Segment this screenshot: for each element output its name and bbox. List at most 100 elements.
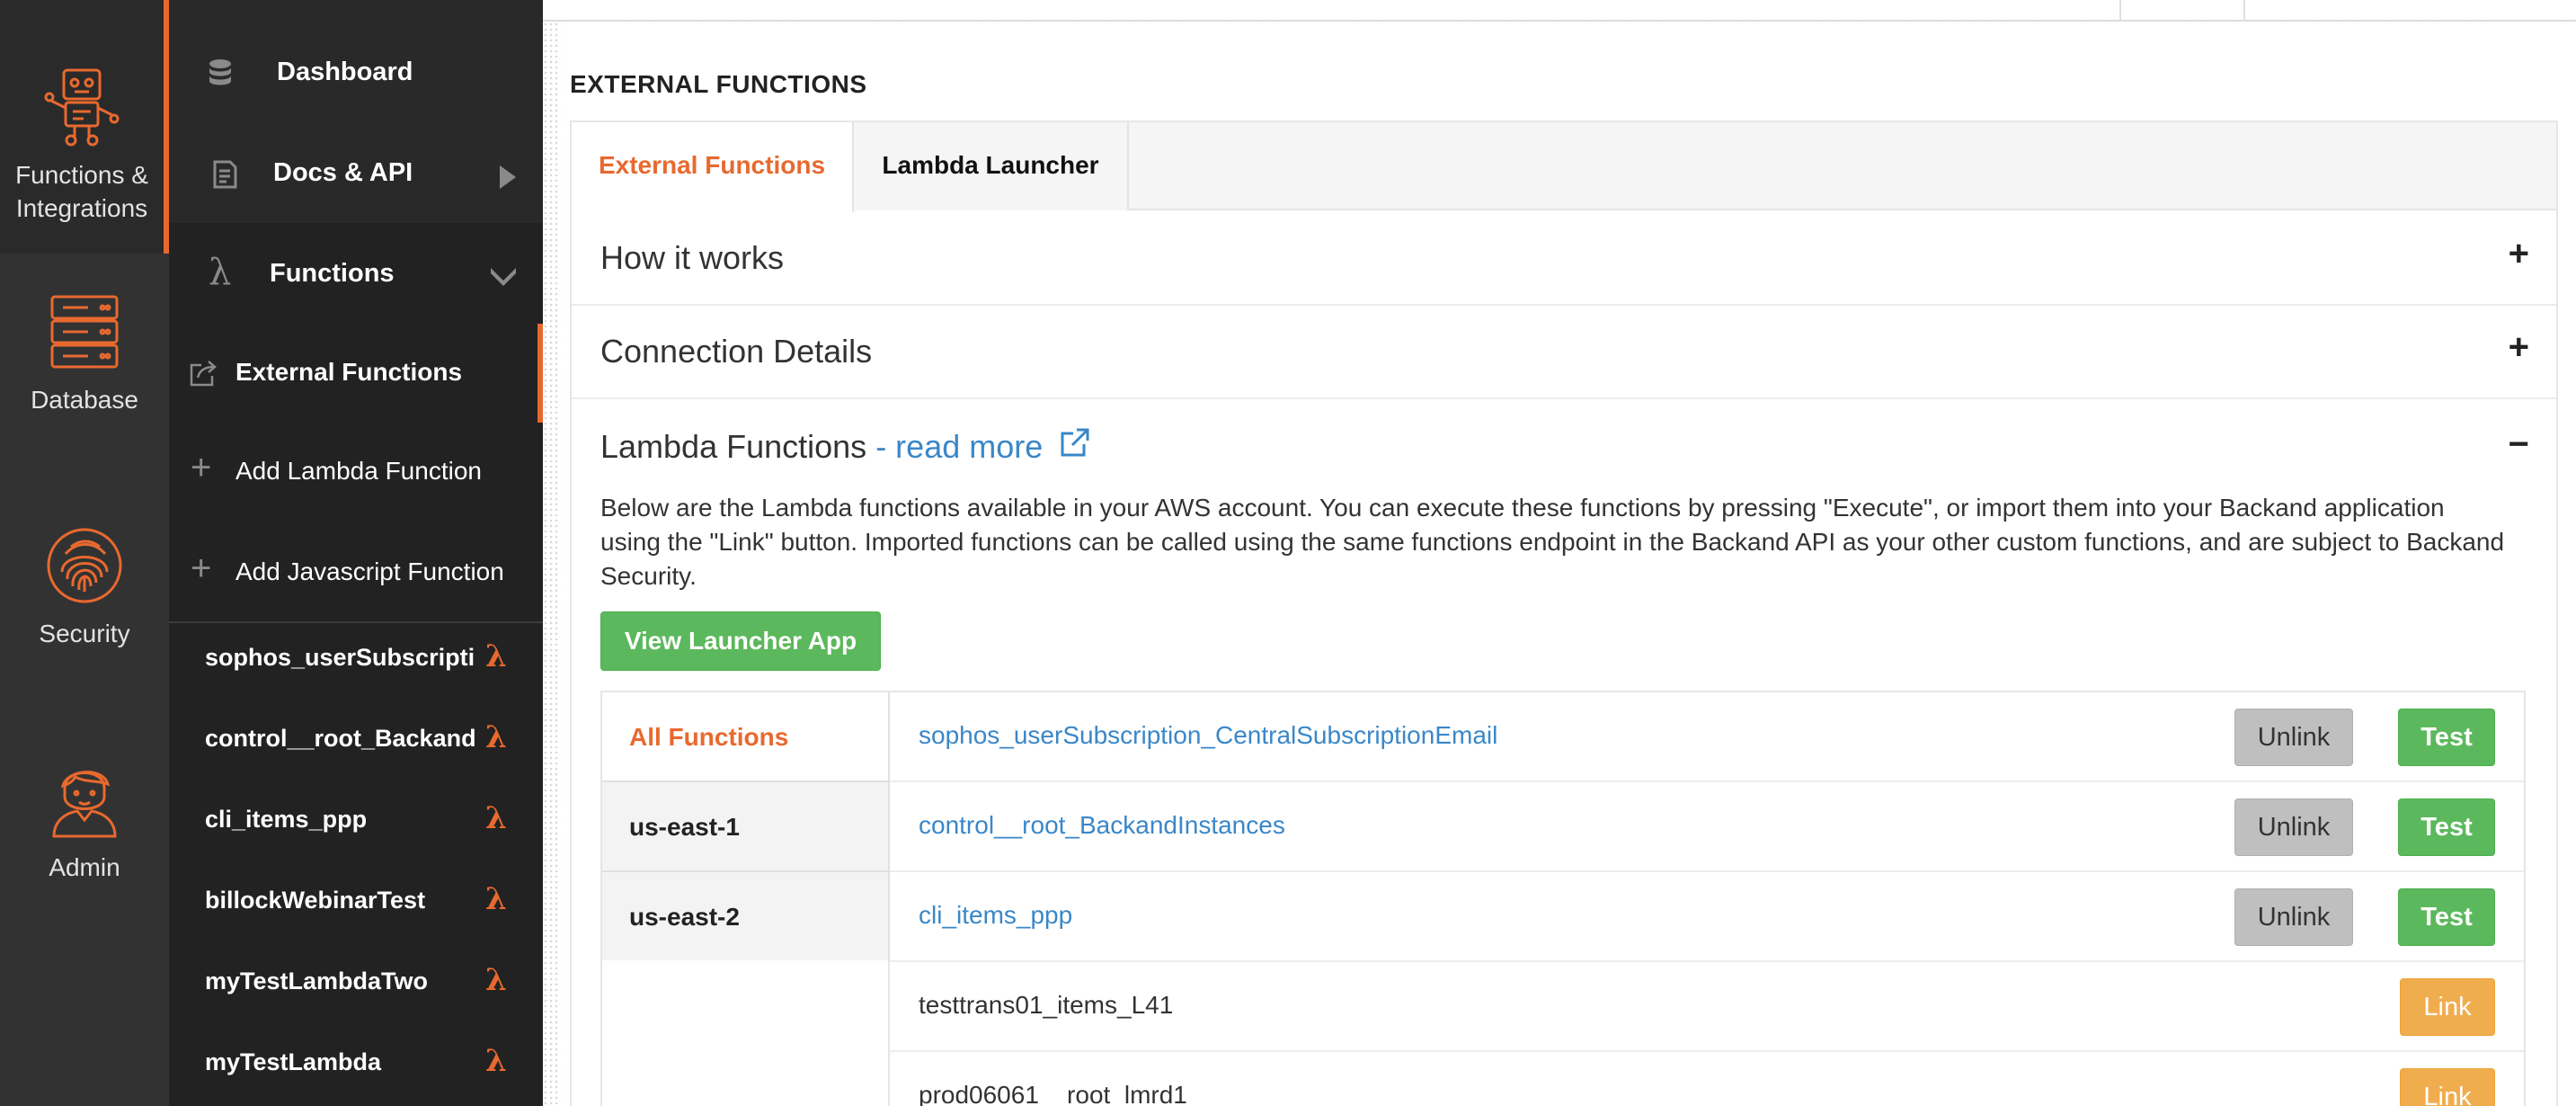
external-functions-card: External Functions Lambda Launcher How i… bbox=[570, 120, 2558, 1106]
function-row: prod06061__root_lmrd1 Link bbox=[890, 1052, 2524, 1106]
external-share-icon bbox=[190, 361, 217, 387]
rail-label-admin: Admin bbox=[49, 853, 120, 881]
expand-icon[interactable]: + bbox=[2509, 327, 2529, 368]
rail-item-admin[interactable]: Admin bbox=[0, 761, 169, 896]
lambda-description: Below are the Lambda functions available… bbox=[600, 494, 2505, 590]
rail-item-database[interactable]: Database bbox=[0, 293, 169, 428]
function-name-link[interactable]: control__root_BackandInstances bbox=[919, 811, 1285, 840]
accordion-title: Connection Details bbox=[600, 333, 873, 370]
function-name-link[interactable]: sophos_userSubscription_CentralSubscript… bbox=[919, 721, 1497, 750]
chevron-right-icon bbox=[500, 165, 516, 189]
menu-panel: Dashboard Docs & API λ Functions Externa… bbox=[169, 0, 543, 1106]
lambda-icon: λ bbox=[485, 1043, 507, 1079]
lambda-icon: λ bbox=[485, 719, 507, 755]
tab-bar: External Functions Lambda Launcher bbox=[572, 122, 2556, 212]
region-all-functions[interactable]: All Functions bbox=[602, 692, 888, 782]
menu-function-name: sophos_userSubscripti bbox=[205, 644, 475, 671]
test-button[interactable]: Test bbox=[2398, 798, 2495, 856]
test-button[interactable]: Test bbox=[2398, 888, 2495, 946]
menu-function-item[interactable]: control__root_Backandl λ bbox=[169, 700, 543, 780]
unlink-button[interactable]: Unlink bbox=[2234, 798, 2353, 856]
region-list-empty bbox=[602, 960, 890, 1106]
function-row: testtrans01_items_L41 Link bbox=[890, 962, 2524, 1052]
dotted-gutter bbox=[543, 0, 561, 1106]
plus-icon: + bbox=[191, 549, 212, 588]
accordion-title-lambda: Lambda Functions - read more bbox=[600, 428, 1091, 466]
admin-user-icon bbox=[52, 771, 117, 838]
lambda-icon: λ bbox=[209, 252, 232, 293]
function-name: testtrans01_items_L41 bbox=[919, 991, 1174, 1019]
robot-icon bbox=[44, 68, 120, 147]
menu-function-item[interactable]: cli_items_ppp λ bbox=[169, 780, 543, 861]
lambda-icon: λ bbox=[485, 962, 507, 998]
function-row: control__root_BackandInstances Unlink Te… bbox=[890, 782, 2524, 872]
function-row: sophos_userSubscription_CentralSubscript… bbox=[890, 692, 2524, 782]
chevron-down-icon bbox=[491, 268, 516, 286]
menu-label-add-lambda: Add Lambda Function bbox=[235, 457, 482, 485]
top-bar bbox=[543, 0, 2576, 22]
region-us-east-2[interactable]: us-east-2 bbox=[602, 872, 888, 962]
menu-function-item[interactable]: billockWebinarTest λ bbox=[169, 861, 543, 942]
function-name-link[interactable]: cli_items_ppp bbox=[919, 901, 1072, 930]
region-list: All Functions us-east-1 us-east-2 bbox=[602, 692, 890, 962]
menu-function-name: billockWebinarTest bbox=[205, 887, 426, 914]
icon-rail: Functions & Integrations Database Securi… bbox=[0, 0, 169, 1106]
top-bar-separator bbox=[2243, 0, 2245, 22]
accordion-title: Lambda Functions bbox=[600, 428, 867, 465]
link-button[interactable]: Link bbox=[2400, 1068, 2495, 1106]
lambda-icon: λ bbox=[485, 881, 507, 917]
collapse-icon[interactable]: − bbox=[2509, 424, 2529, 465]
tab-external-functions[interactable]: External Functions bbox=[572, 122, 854, 212]
menu-label-dashboard: Dashboard bbox=[277, 58, 413, 86]
menu-function-name: myTestLambda bbox=[205, 1048, 382, 1075]
read-more-link[interactable]: - read more bbox=[866, 428, 1043, 465]
rail-item-security[interactable]: Security bbox=[0, 527, 169, 662]
menu-label-functions: Functions bbox=[270, 259, 395, 288]
accordion-lambda-functions-header[interactable]: Lambda Functions - read more − bbox=[572, 399, 2556, 486]
external-link-icon[interactable] bbox=[1059, 426, 1091, 459]
lambda-icon: λ bbox=[485, 638, 507, 674]
fingerprint-icon bbox=[47, 528, 122, 603]
menu-item-dashboard[interactable]: Dashboard bbox=[169, 47, 543, 101]
menu-item-functions[interactable]: λ Functions bbox=[169, 246, 543, 300]
menu-item-docs[interactable]: Docs & API bbox=[169, 147, 543, 201]
database-icon bbox=[209, 59, 231, 85]
tab-lambda-launcher[interactable]: Lambda Launcher bbox=[854, 122, 1129, 210]
main-content: EXTERNAL FUNCTIONS External Functions La… bbox=[543, 0, 2576, 1106]
rail-label-functions-1: Functions & bbox=[15, 161, 148, 189]
menu-function-name: control__root_Backandl bbox=[205, 725, 475, 752]
server-icon bbox=[50, 295, 119, 369]
functions-panel: All Functions us-east-1 us-east-2 sophos… bbox=[600, 691, 2526, 1106]
menu-function-name: myTestLambdaTwo bbox=[205, 968, 429, 995]
accordion-how-it-works[interactable]: How it works + bbox=[572, 212, 2556, 306]
rail-item-functions[interactable]: Functions & Integrations bbox=[0, 0, 169, 254]
view-launcher-app-button[interactable]: View Launcher App bbox=[600, 611, 881, 671]
link-button[interactable]: Link bbox=[2400, 978, 2495, 1036]
rail-label-functions-2: Integrations bbox=[15, 194, 148, 222]
expand-icon[interactable]: + bbox=[2509, 234, 2529, 274]
accordion-connection-details[interactable]: Connection Details + bbox=[572, 306, 2556, 399]
document-icon bbox=[213, 160, 237, 189]
test-button[interactable]: Test bbox=[2398, 709, 2495, 766]
menu-label-add-javascript: Add Javascript Function bbox=[235, 557, 504, 585]
menu-function-item[interactable]: sophos_userSubscripti λ bbox=[169, 619, 543, 700]
lambda-icon: λ bbox=[485, 800, 507, 836]
function-row: cli_items_ppp Unlink Test bbox=[890, 872, 2524, 962]
menu-item-add-javascript[interactable]: + Add Javascript Function bbox=[169, 547, 543, 606]
unlink-button[interactable]: Unlink bbox=[2234, 709, 2353, 766]
menu-function-name: cli_items_ppp bbox=[205, 806, 368, 833]
top-bar-separator bbox=[2119, 0, 2121, 22]
menu-item-external-functions[interactable]: External Functions bbox=[169, 342, 543, 401]
menu-label-docs: Docs & API bbox=[273, 158, 413, 187]
rail-label-database: Database bbox=[31, 386, 138, 414]
menu-label-external-functions: External Functions bbox=[235, 358, 463, 386]
rail-label-security: Security bbox=[39, 620, 130, 647]
region-us-east-1[interactable]: us-east-1 bbox=[602, 782, 888, 872]
menu-function-item[interactable]: myTestLambdaTwo λ bbox=[169, 942, 543, 1023]
page-title: EXTERNAL FUNCTIONS bbox=[570, 70, 867, 98]
menu-function-item[interactable]: myTestLambda λ bbox=[169, 1023, 543, 1104]
function-name: prod06061__root_lmrd1 bbox=[919, 1081, 1187, 1106]
menu-item-add-lambda[interactable]: + Add Lambda Function bbox=[169, 446, 543, 505]
unlink-button[interactable]: Unlink bbox=[2234, 888, 2353, 946]
accordion-title: How it works bbox=[600, 239, 785, 276]
